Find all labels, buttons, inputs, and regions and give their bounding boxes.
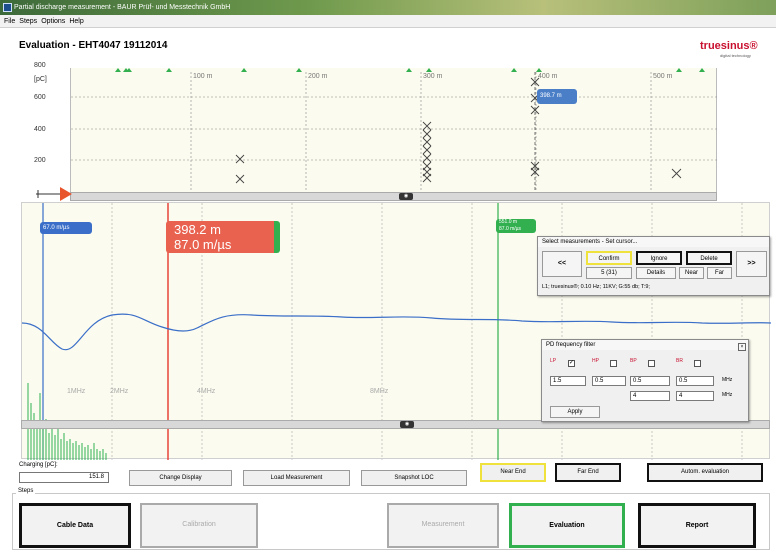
logo-subtitle: digital technology bbox=[720, 53, 751, 58]
y-tick-600: 600 bbox=[34, 94, 46, 101]
waveform-scroll-thumb[interactable]: ◉ bbox=[400, 421, 414, 428]
menu-steps[interactable]: Steps bbox=[19, 18, 37, 25]
select-dialog-title: Select measurements - Set cursor... bbox=[538, 237, 769, 247]
measurement-counter: 5 (31) bbox=[586, 267, 632, 279]
cable-end-icon bbox=[36, 187, 72, 201]
scroll-thumb[interactable]: ◉ bbox=[399, 193, 413, 200]
x-tick-100: 100 m bbox=[193, 73, 213, 80]
ignore-button[interactable]: Ignore bbox=[636, 251, 682, 265]
x-tick-400: 400 m bbox=[538, 73, 558, 80]
load-measurement-button[interactable]: Load Measurement bbox=[243, 470, 350, 486]
measurement-info: L1; truesinus®; 0.10 Hz; 11KV; G:55 db; … bbox=[542, 284, 650, 290]
freq-tick-1mhz: 1MHz bbox=[67, 388, 86, 395]
details-button[interactable]: Details bbox=[636, 267, 676, 279]
x-tick-200: 200 m bbox=[308, 73, 328, 80]
pd-frequency-filter-dialog: PD frequency filter × LP ✓ HP BP BR 1.5 … bbox=[541, 339, 749, 422]
prev-button[interactable]: << bbox=[542, 251, 582, 277]
filter-dialog-title: PD frequency filter bbox=[542, 340, 748, 350]
hp-value-input[interactable]: 0.5 bbox=[592, 376, 626, 386]
bp-low-input[interactable]: 0.5 bbox=[630, 376, 670, 386]
calibration-button[interactable]: Calibration bbox=[140, 503, 258, 548]
charging-value: 151.8 bbox=[19, 472, 109, 483]
truesinus-logo: truesinus® bbox=[700, 40, 758, 52]
y-tick-200: 200 bbox=[34, 157, 46, 164]
autom-evaluation-button[interactable]: Autom. evaluation bbox=[647, 463, 763, 482]
near-end-button[interactable]: Near End bbox=[480, 463, 546, 482]
far-end-button[interactable]: Far End bbox=[555, 463, 621, 482]
change-display-button[interactable]: Change Display bbox=[129, 470, 232, 486]
y-unit: [pC] bbox=[34, 76, 47, 83]
next-button[interactable]: >> bbox=[736, 251, 767, 277]
charging-label: Charging [pC]: bbox=[19, 462, 58, 468]
window-title: Partial discharge measurement - BAUR Prü… bbox=[14, 4, 231, 11]
bp-filter-icon: BP bbox=[630, 358, 637, 364]
far-button[interactable]: Far bbox=[707, 267, 732, 279]
app-icon bbox=[3, 3, 12, 12]
x-tick-500: 500 m bbox=[653, 73, 673, 80]
y-tick-400: 400 bbox=[34, 126, 46, 133]
freq-tick-2mhz: 2MHz bbox=[110, 388, 129, 395]
lp-checkbox[interactable]: ✓ bbox=[568, 360, 575, 367]
lp-value-input[interactable]: 1.5 bbox=[550, 376, 586, 386]
select-measurements-dialog: Select measurements - Set cursor... << C… bbox=[537, 236, 770, 296]
top-cursor-label[interactable]: 398.7 m bbox=[537, 89, 577, 104]
page-title: Evaluation - EHT4047 19112014 bbox=[19, 40, 168, 51]
red-cursor-distance: 398.2 m bbox=[174, 222, 221, 237]
report-button[interactable]: Report bbox=[638, 503, 756, 548]
br-low-input[interactable]: 0.5 bbox=[676, 376, 714, 386]
red-cursor-label[interactable]: 398.2 m 87.0 m/µs bbox=[166, 221, 280, 253]
apply-button[interactable]: Apply bbox=[550, 406, 600, 418]
delete-button[interactable]: Delete bbox=[686, 251, 732, 265]
snapshot-loc-button[interactable]: Snapshot LOC bbox=[361, 470, 467, 486]
freq-tick-4mhz: 4MHz bbox=[197, 388, 216, 395]
bp-high-input[interactable]: 4 bbox=[630, 391, 670, 401]
x-tick-300: 300 m bbox=[423, 73, 443, 80]
hp-checkbox[interactable] bbox=[610, 360, 617, 367]
pd-location-plot[interactable]: 100 m 200 m 300 m 400 m 500 m 398.7 m bbox=[70, 68, 718, 192]
measurement-button[interactable]: Measurement bbox=[387, 503, 499, 548]
top-plot-scrollbar[interactable]: ◉ bbox=[70, 192, 717, 201]
bp-checkbox[interactable] bbox=[648, 360, 655, 367]
blue-cursor-label[interactable]: 67.0 m/µs bbox=[40, 222, 92, 234]
br-filter-icon: BR bbox=[676, 358, 683, 364]
menu-file[interactable]: File bbox=[4, 18, 15, 25]
green-cursor-velocity: 87.0 m/µs bbox=[499, 226, 522, 232]
menu-help[interactable]: Help bbox=[69, 18, 83, 25]
menu-options[interactable]: Options bbox=[41, 18, 65, 25]
title-bar: Partial discharge measurement - BAUR Prü… bbox=[0, 0, 776, 15]
unit-label-2: MHz bbox=[722, 392, 733, 398]
lp-filter-icon: LP bbox=[550, 358, 557, 364]
br-high-input[interactable]: 4 bbox=[676, 391, 714, 401]
evaluation-button[interactable]: Evaluation bbox=[509, 503, 625, 548]
green-cursor-distance: 551.0 m bbox=[499, 219, 518, 225]
red-cursor-velocity: 87.0 m/µs bbox=[174, 237, 232, 252]
y-tick-800: 800 bbox=[34, 62, 46, 69]
near-button[interactable]: Near bbox=[679, 267, 704, 279]
unit-label-1: MHz bbox=[722, 377, 733, 383]
cable-data-button[interactable]: Cable Data bbox=[19, 503, 131, 548]
green-cursor-label[interactable]: 551.0 m 87.0 m/µs bbox=[496, 219, 536, 233]
freq-tick-8mhz: 8MHz bbox=[370, 388, 389, 395]
filter-close-icon[interactable]: × bbox=[738, 343, 746, 351]
steps-title: Steps bbox=[16, 488, 36, 494]
confirm-button[interactable]: Confirm bbox=[586, 251, 632, 265]
br-checkbox[interactable] bbox=[694, 360, 701, 367]
menu-bar: File Steps Options Help bbox=[0, 15, 776, 28]
hp-filter-icon: HP bbox=[592, 358, 599, 364]
